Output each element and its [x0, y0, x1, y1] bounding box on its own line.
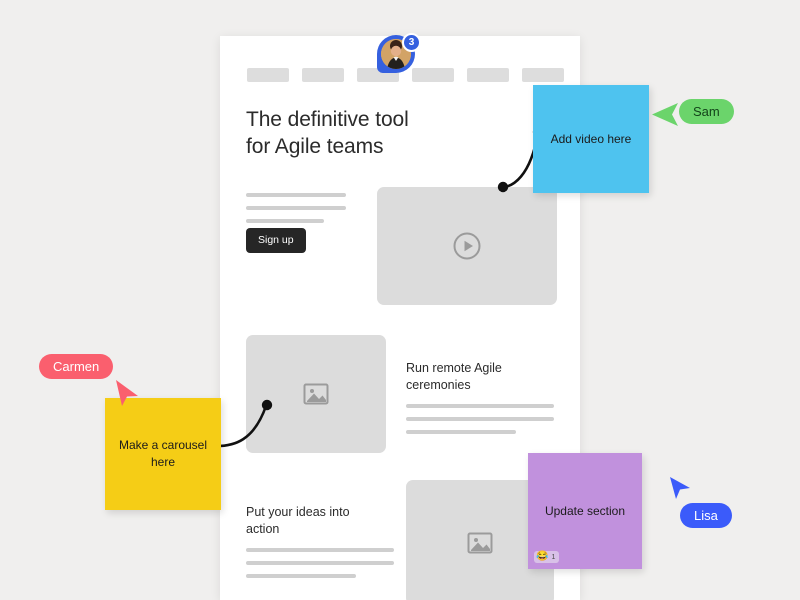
- sticky-note-text: Add video here: [550, 131, 632, 146]
- nav-placeholder-item: [467, 68, 509, 82]
- section-image-placeholder-1[interactable]: [246, 335, 386, 453]
- nav-placeholder-item: [247, 68, 289, 82]
- sticky-note-make-carousel[interactable]: Make a carousel here: [105, 398, 221, 510]
- image-placeholder-icon: [302, 380, 330, 408]
- nav-placeholder-item: [302, 68, 344, 82]
- placeholder-line: [246, 193, 346, 197]
- hero-video-placeholder[interactable]: [377, 187, 557, 305]
- body-copy-placeholder: [246, 193, 346, 232]
- cursor-label-lisa: Lisa: [680, 503, 732, 528]
- section-copy-placeholder-2: [246, 548, 394, 587]
- placeholder-line: [246, 219, 324, 223]
- sticky-note-text: Update section: [544, 503, 626, 518]
- cursor-arrow-carmen: [113, 379, 143, 409]
- nav-placeholder-item: [522, 68, 564, 82]
- section-title-1: Run remote Agile ceremonies: [406, 361, 502, 392]
- reaction-badge[interactable]: 😂 1: [534, 551, 560, 563]
- section-title-2: Put your ideas into action: [246, 505, 350, 536]
- placeholder-line: [406, 430, 516, 434]
- sign-up-button[interactable]: Sign up: [246, 228, 306, 253]
- image-placeholder-icon: [466, 529, 494, 557]
- placeholder-line: [246, 561, 394, 565]
- placeholder-line: [246, 548, 394, 552]
- cursor-arrow-sam: [651, 100, 681, 130]
- cursor-arrow-lisa: [668, 475, 698, 505]
- cursor-label-sam: Sam: [679, 99, 734, 124]
- page-headline: The definitive tool for Agile teams: [246, 108, 409, 158]
- reaction-count: 1: [551, 553, 556, 561]
- placeholder-line: [406, 404, 554, 408]
- section-copy-placeholder-1: [406, 404, 554, 443]
- nav-placeholder-item: [412, 68, 454, 82]
- laughing-emoji-icon: 😂: [536, 551, 549, 562]
- whiteboard-canvas[interactable]: The definitive tool for Agile teams Sign…: [0, 0, 800, 600]
- comment-count-badge: 3: [402, 33, 421, 52]
- sticky-note-update-section[interactable]: Update section 😂 1: [528, 453, 642, 569]
- design-page-frame[interactable]: The definitive tool for Agile teams Sign…: [220, 36, 580, 600]
- sticky-note-add-video[interactable]: Add video here: [533, 85, 649, 193]
- play-circle-icon: [452, 231, 482, 261]
- placeholder-line: [406, 417, 554, 421]
- sticky-note-text: Make a carousel here: [118, 438, 208, 469]
- placeholder-line: [246, 206, 346, 210]
- placeholder-line: [246, 574, 356, 578]
- cursor-label-carmen: Carmen: [39, 354, 114, 379]
